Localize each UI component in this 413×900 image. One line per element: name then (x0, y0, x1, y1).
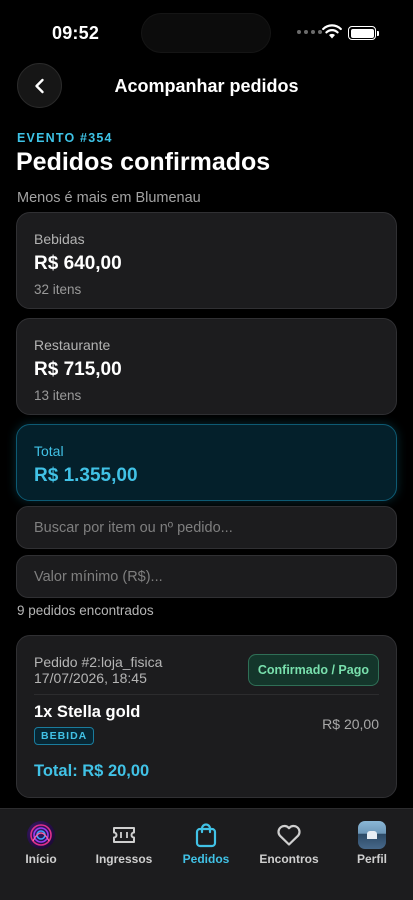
summary-label: Bebidas (34, 231, 85, 247)
shopping-bag-icon (192, 821, 220, 849)
tab-inicio[interactable]: Início (0, 821, 82, 866)
ticket-icon (110, 821, 138, 849)
min-value-input[interactable] (16, 555, 397, 598)
order-item-price: R$ 20,00 (322, 716, 379, 732)
summary-label: Total (34, 443, 64, 459)
status-bar: 09:52 (0, 0, 413, 60)
tab-label: Início (25, 852, 57, 866)
summary-card-total: Total R$ 1.355,00 (16, 424, 397, 501)
search-input[interactable] (16, 506, 397, 549)
summary-card-bebidas: Bebidas R$ 640,00 32 itens (16, 212, 397, 309)
dynamic-island (142, 14, 270, 52)
order-id: Pedido #2:loja_fisica (34, 654, 163, 670)
summary-value: R$ 715,00 (34, 359, 122, 380)
tab-encontros[interactable]: Encontros (248, 821, 330, 866)
tab-label: Perfil (356, 852, 387, 866)
tab-ingressos[interactable]: Ingressos (83, 821, 165, 866)
tab-label: Pedidos (182, 852, 230, 866)
tab-perfil[interactable]: Perfil (331, 821, 413, 866)
summary-count: 13 itens (34, 388, 82, 403)
tab-label: Ingressos (95, 852, 153, 866)
summary-value: R$ 640,00 (34, 253, 122, 274)
heart-icon (275, 821, 303, 849)
order-item-name: 1x Stella gold (34, 703, 141, 721)
event-tag: EVENTO #354 (17, 131, 113, 145)
order-card[interactable]: Pedido #2:loja_fisica 17/07/2026, 18:45 … (16, 635, 397, 798)
cellular-signal-icon (297, 30, 322, 34)
summary-card-restaurante: Restaurante R$ 715,00 13 itens (16, 318, 397, 415)
summary-value: R$ 1.355,00 (34, 465, 138, 486)
result-count: 9 pedidos encontrados (17, 603, 154, 618)
tab-pedidos[interactable]: Pedidos (165, 821, 247, 866)
summary-label: Restaurante (34, 337, 111, 353)
category-badge: BEBIDA (34, 727, 95, 745)
status-badge: Confirmado / Pago (247, 654, 379, 686)
avatar-icon (358, 821, 386, 849)
page-title: Pedidos confirmados (16, 148, 271, 176)
order-total: Total: R$ 20,00 (34, 762, 150, 780)
divider (34, 694, 379, 695)
wifi-icon (322, 24, 342, 44)
app-logo-icon (27, 821, 55, 849)
event-subtitle: Menos é mais em Blumenau (17, 190, 201, 206)
order-date: 17/07/2026, 18:45 (34, 670, 147, 686)
tab-bar: Início Ingressos Pedidos Encontros Perfi… (0, 808, 413, 900)
summary-count: 32 itens (34, 282, 82, 297)
tab-label: Encontros (259, 852, 319, 866)
battery-icon (348, 26, 379, 40)
header-title: Acompanhar pedidos (114, 76, 299, 96)
status-time: 09:52 (52, 23, 100, 43)
